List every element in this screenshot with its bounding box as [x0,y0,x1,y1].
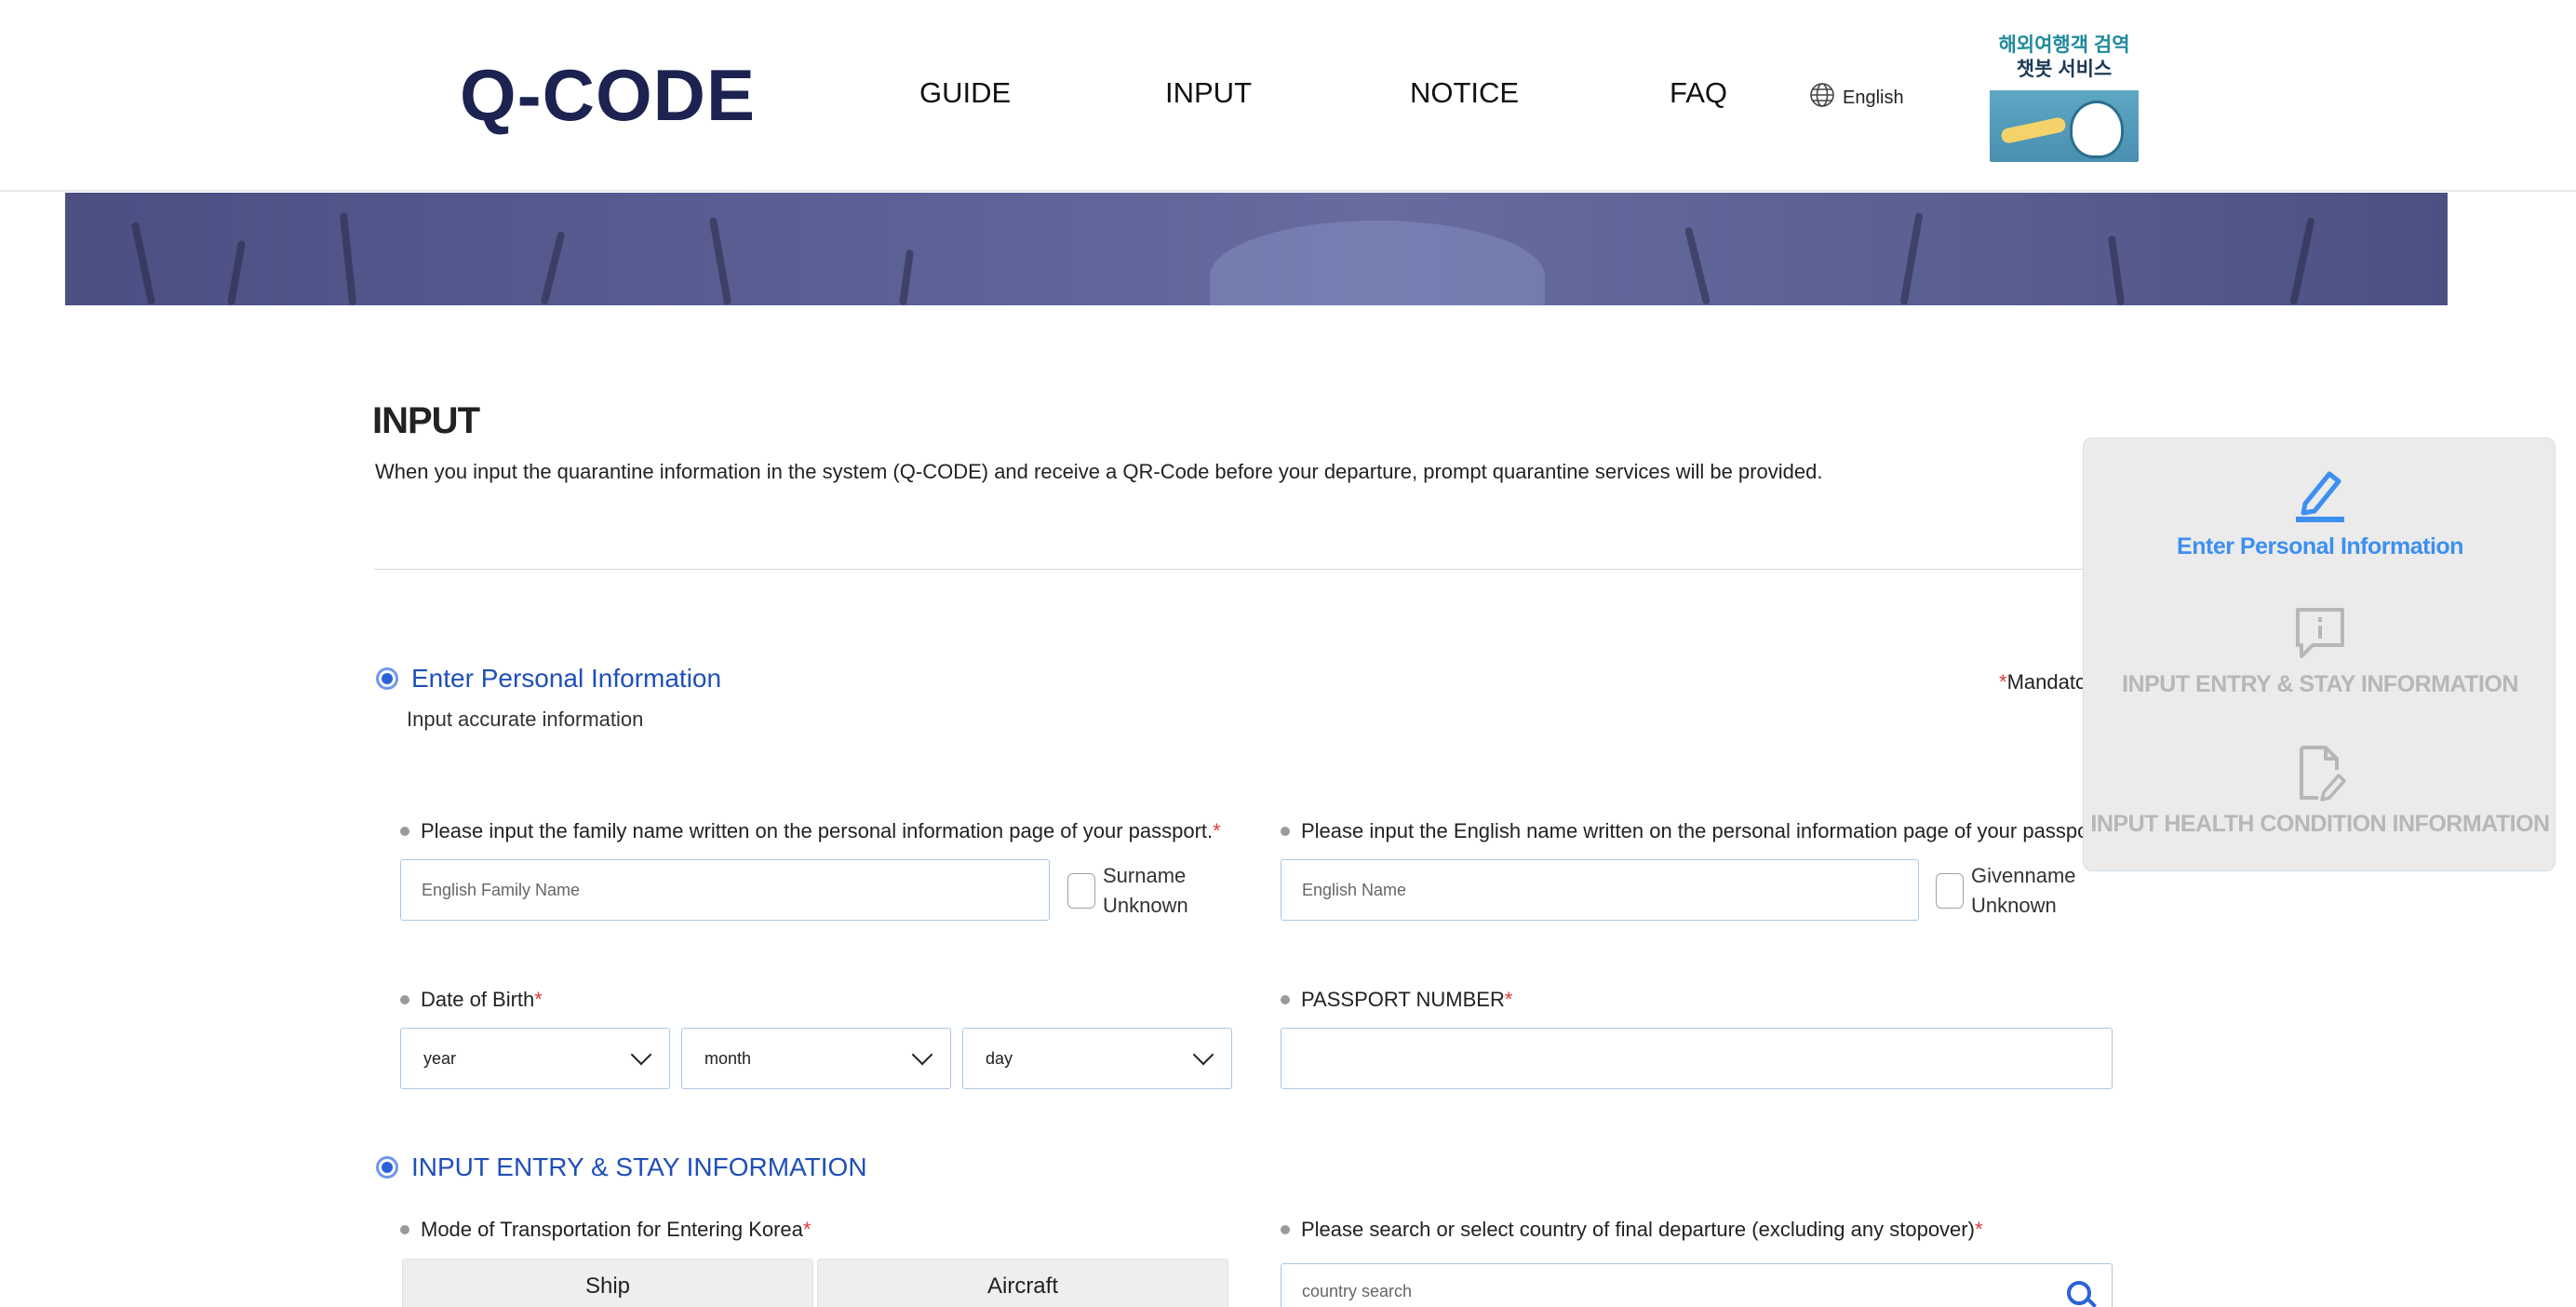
section-marker-icon [376,1156,398,1179]
chatbot-banner-line1: 해외여행객 검역 [1998,34,2130,56]
nav-notice[interactable]: NOTICE [1410,74,1519,112]
country-search-placeholder: country search [1302,1281,1413,1300]
required-star: * [1974,1218,1983,1241]
nav-guide[interactable]: GUIDE [919,74,1011,112]
nav-input[interactable]: INPUT [1165,74,1252,112]
country-label: Please search or select country of final… [1281,1218,1983,1242]
section-marker-icon [376,667,398,690]
transport-label-text: Mode of Transportation for Entering Kore… [421,1218,803,1241]
dob-year-value: year [423,1048,457,1068]
passport-label-text: PASSPORT NUMBER [1301,988,1505,1011]
hero-grass [226,239,247,305]
family-name-label: Please input the family name written on … [400,819,1221,843]
chatbot-banner-line2: 챗봇 서비스 [2016,59,2113,80]
chevron-down-icon [911,1044,933,1066]
given-name-label-text: Please input the English name written on… [1301,819,2107,842]
mandatory-note: *Mandato [1999,670,2086,694]
step-personal-info[interactable]: Enter Personal Information [2084,466,2556,560]
nav-faq[interactable]: FAQ [1670,74,1727,112]
family-name-input[interactable]: English Family Name [400,859,1050,921]
q-code-logo[interactable]: Q-CODE [460,58,756,132]
hero-ship-image [1210,221,1545,305]
bullet-icon [1281,995,1290,1004]
hero-banner [65,193,2448,305]
site-header: Q-CODE GUIDE INPUT NOTICE FAQ English 해외… [0,0,2576,192]
required-star: * [1213,819,1221,842]
dob-year-select[interactable]: year [400,1028,670,1089]
step-health-condition-label: INPUT HEALTH CONDITION INFORMATION [2090,811,2550,837]
surname-unknown-label: Surname Unknown [1103,864,1188,917]
hero-grass [2107,235,2126,305]
step-personal-info-label: Enter Personal Information [2177,533,2463,559]
mascot-illustration [2070,101,2124,158]
chevron-down-icon [1192,1044,1214,1066]
step-entry-stay-info[interactable]: INPUT ENTRY & STAY INFORMATION [2084,604,2556,698]
checkbox-box[interactable] [1067,873,1095,909]
bullet-icon [1281,1225,1290,1234]
hero-grass [130,222,156,305]
hero-grass [1684,226,1711,305]
search-icon[interactable] [2067,1281,2091,1305]
givenname-unknown-label: Givenname Unknown [1971,864,2076,917]
entry-section-title: INPUT ENTRY & STAY INFORMATION [411,1152,867,1181]
hero-grass [1899,212,1924,305]
pencil-icon [2296,471,2344,522]
hero-grass [708,217,732,305]
transport-label: Mode of Transportation for Entering Kore… [400,1218,811,1242]
givenname-unknown-checkbox[interactable]: Givenname Unknown [1936,861,2092,921]
info-message-icon [2296,608,2344,658]
hero-grass [2289,217,2315,305]
page-description: When you input the quarantine informatio… [375,460,1823,483]
dob-month-value: month [704,1048,752,1068]
dob-month-select[interactable]: month [681,1028,951,1089]
dob-label: Date of Birth* [400,988,543,1012]
chevron-down-icon [630,1044,652,1066]
airplane-illustration [2000,115,2067,145]
required-star: * [534,988,543,1011]
transport-ship-button[interactable]: Ship [402,1259,813,1307]
family-name-label-text: Please input the family name written on … [421,819,1214,842]
country-label-text: Please search or select country of final… [1301,1218,1975,1241]
step-entry-stay-label: INPUT ENTRY & STAY INFORMATION [2122,671,2518,697]
given-name-input[interactable]: English Name [1281,859,1919,921]
given-name-label: Please input the English name written on… [1281,819,2107,843]
surname-unknown-checkbox[interactable]: Surname Unknown [1067,861,1205,921]
bullet-icon [400,1225,409,1234]
dob-label-text: Date of Birth [421,988,535,1011]
personal-section-title: Enter Personal Information [411,664,722,693]
bullet-icon [1281,827,1290,836]
transport-aircraft-button[interactable]: Aircraft [817,1259,1228,1307]
language-selector[interactable]: English [1809,82,1904,114]
dob-day-value: day [986,1048,1013,1068]
hero-grass [339,211,357,305]
passport-number-input[interactable] [1281,1028,2113,1089]
dob-day-select[interactable]: day [962,1028,1232,1089]
chatbot-banner[interactable]: 해외여행객 검역 챗봇 서비스 [1990,32,2139,162]
required-star: * [1999,670,2007,694]
page-title: INPUT [372,400,480,441]
hero-grass [540,231,566,305]
checkbox-box[interactable] [1936,873,1964,909]
hero-grass [898,249,915,305]
globe-icon [1809,82,1835,114]
divider [374,569,2096,570]
language-label: English [1843,87,1904,108]
required-star: * [1504,988,1513,1011]
bullet-icon [400,827,409,836]
progress-step-panel: Enter Personal Information INPUT ENTRY &… [2083,438,2556,871]
passport-label: PASSPORT NUMBER* [1281,988,1512,1012]
required-star: * [802,1218,812,1241]
mandatory-label: Mandato [2006,670,2087,694]
personal-section-subtitle: Input accurate information [407,707,644,731]
document-edit-icon [2300,746,2346,802]
bullet-icon [400,995,409,1004]
chatbot-banner-text: 해외여행객 검역 챗봇 서비스 [1990,34,2139,82]
entry-section-header: INPUT ENTRY & STAY INFORMATION [376,1152,867,1182]
country-search-input[interactable]: country search [1281,1263,2113,1307]
step-health-condition[interactable]: INPUT HEALTH CONDITION INFORMATION [2084,744,2556,838]
personal-section-header: Enter Personal Information [376,664,721,694]
